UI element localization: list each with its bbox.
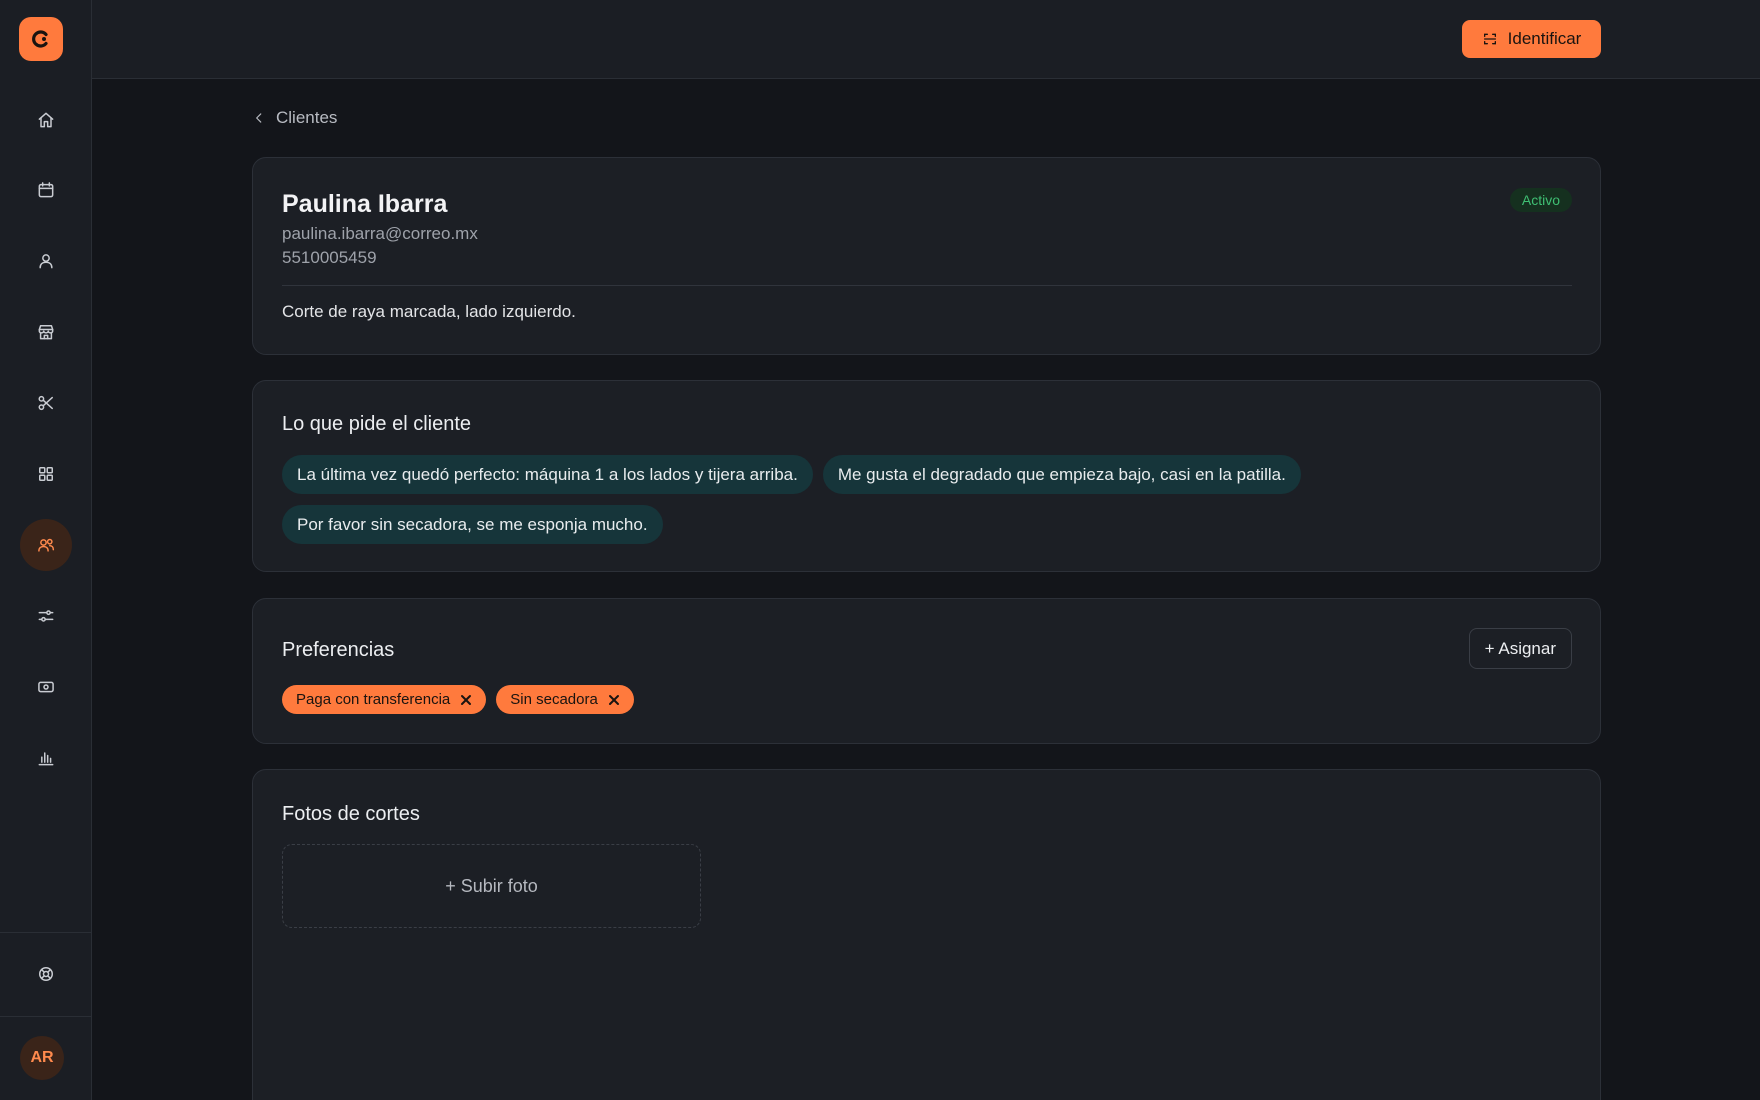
assign-preference-button[interactable]: + Asignar	[1468, 628, 1572, 669]
preference-tags: Paga con transferencia Sin secadora	[282, 685, 634, 714]
scan-icon	[1483, 33, 1496, 45]
breadcrumb-back-link[interactable]: Clientes	[252, 106, 337, 130]
avatar[interactable]: AR	[20, 1036, 64, 1080]
client-profile-card: Paulina Ibarra paulina.ibarra@correo.mx …	[252, 157, 1601, 355]
sidebar-item-settings[interactable]	[20, 590, 72, 642]
grid-icon	[39, 467, 53, 481]
preferences-card: Preferencias + Asignar Paga con transfer…	[252, 598, 1601, 744]
sliders-icon	[38, 610, 54, 622]
lifebuoy-icon	[39, 967, 53, 981]
app-root: AR Identificar Clientes Paulina Ibarra p…	[0, 0, 1760, 1100]
upload-photo-button[interactable]: + Subir foto	[282, 844, 701, 928]
scissors-icon	[38, 395, 53, 411]
request-chip: Me gusta el degradado que empieza bajo, …	[822, 455, 1301, 494]
client-name: Paulina Ibarra	[282, 190, 448, 218]
status-badge: Activo	[1509, 188, 1572, 212]
identify-button[interactable]: Identificar	[1462, 20, 1601, 58]
sidebar-item-calendar[interactable]	[20, 164, 72, 216]
sidebar-item-clients[interactable]	[20, 519, 72, 571]
requests-title: Lo que pide el cliente	[282, 413, 472, 435]
cash-icon	[38, 681, 54, 693]
chevron-left-icon	[256, 113, 262, 123]
users-icon	[38, 538, 55, 552]
home-icon	[38, 112, 54, 128]
haircut-photos-card: Fotos de cortes + Subir foto	[252, 769, 1601, 1100]
preferences-title: Preferencias	[282, 639, 395, 661]
bar-chart-icon	[38, 752, 54, 766]
client-note: Corte de raya marcada, lado izquierdo.	[282, 302, 576, 321]
sidebar-item-profile[interactable]	[20, 235, 72, 287]
client-requests-card: Lo que pide el cliente La última vez que…	[252, 380, 1601, 572]
client-phone: 5510005459	[282, 248, 377, 267]
remove-tag-button[interactable]	[460, 694, 472, 706]
photos-title: Fotos de cortes	[282, 803, 420, 825]
remove-tag-button[interactable]	[608, 694, 620, 706]
user-icon	[39, 254, 53, 269]
sidebar-item-services[interactable]	[20, 377, 72, 429]
preference-tag-label: Sin secadora	[510, 691, 598, 708]
sidebar-divider	[0, 932, 92, 933]
identify-button-label: Identificar	[1507, 29, 1582, 48]
sidebar-item-store[interactable]	[20, 306, 72, 358]
request-chip: La última vez quedó perfecto: máquina 1 …	[282, 455, 813, 494]
store-icon	[38, 325, 54, 340]
client-email: paulina.ibarra@correo.mx	[282, 224, 478, 243]
request-chip: Por favor sin secadora, se me esponja mu…	[282, 505, 663, 544]
preference-tag: Paga con transferencia	[282, 685, 487, 714]
sidebar-divider-bottom	[0, 1016, 92, 1017]
breadcrumb-label: Clientes	[276, 108, 338, 127]
preference-tag: Sin secadora	[496, 685, 634, 714]
close-icon	[608, 694, 619, 705]
close-icon	[461, 694, 472, 705]
support-button[interactable]	[20, 948, 72, 1000]
calendar-icon	[38, 182, 54, 198]
preference-tag-label: Paga con transferencia	[296, 691, 451, 708]
sidebar-item-catalog[interactable]	[20, 448, 72, 500]
sidebar-item-reports[interactable]	[20, 732, 72, 784]
profile-divider	[282, 285, 1572, 286]
sidebar: AR	[0, 0, 92, 1100]
sidebar-item-payments[interactable]	[20, 661, 72, 713]
logo-c-icon[interactable]	[19, 17, 63, 61]
sidebar-item-home[interactable]	[20, 94, 72, 146]
top-bar: Identificar	[92, 0, 1760, 79]
requests-list: La última vez quedó perfecto: máquina 1 …	[282, 455, 1572, 544]
